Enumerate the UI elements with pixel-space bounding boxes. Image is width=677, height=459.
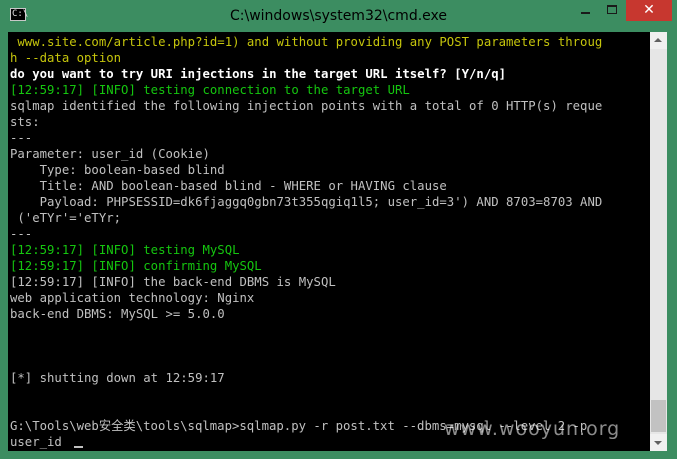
vertical-scrollbar[interactable] (650, 32, 667, 451)
console-line: [12:59:17] [INFO] confirming MySQL (10, 259, 262, 273)
console-line: --- (10, 131, 33, 145)
text-cursor (74, 446, 83, 448)
close-icon: ✕ (643, 2, 655, 18)
scroll-thumb[interactable] (651, 400, 666, 432)
maximize-icon (607, 5, 617, 14)
console-line: [12:59:17] [INFO] testing MySQL (10, 243, 240, 257)
title-bar[interactable]: C:\ C:\windows\system32\cmd.exe ✕ (0, 0, 677, 32)
console-line: back-end DBMS: MySQL >= 5.0.0 (10, 307, 225, 321)
close-button[interactable]: ✕ (626, 0, 672, 21)
console-line: G:\Tools\web安全类\tools\sqlmap>sqlmap.py -… (10, 419, 588, 433)
console-line: h --data option (10, 51, 122, 65)
console-line: www.site.com/article.php?id=1) and witho… (10, 35, 603, 49)
console-line: sts: (10, 115, 40, 129)
console-line: [12:59:17] [INFO] the back-end DBMS is M… (10, 275, 336, 289)
console-line: ('eTYr'='eTYr; (10, 211, 122, 225)
console-line: sqlmap identified the following injectio… (10, 99, 603, 113)
console-line: Parameter: user_id (Cookie) (10, 147, 210, 161)
scroll-up-button[interactable] (650, 32, 667, 49)
console-line: do you want to try URI injections in the… (10, 67, 507, 81)
maximize-button[interactable] (599, 0, 626, 21)
console-line: --- (10, 227, 33, 241)
console-line: Payload: PHPSESSID=dk6fjaggq0gbn73t355qg… (10, 195, 603, 209)
console-line: [*] shutting down at 12:59:17 (10, 371, 225, 385)
console-line: [12:59:17] [INFO] testing connection to … (10, 83, 410, 97)
console-output[interactable]: www.site.com/article.php?id=1) and witho… (8, 32, 650, 451)
console-line: Type: boolean-based blind (10, 163, 225, 177)
console-line: Title: AND boolean-based blind - WHERE o… (10, 179, 447, 193)
arrow-up-icon (654, 38, 662, 42)
minimize-icon (581, 12, 590, 14)
console-window: C:\ C:\windows\system32\cmd.exe ✕ www.si… (0, 0, 677, 459)
console-line: web application technology: Nginx (10, 291, 255, 305)
console-line: user_id (10, 435, 62, 449)
arrow-down-icon (654, 441, 662, 445)
minimize-button[interactable] (572, 0, 599, 21)
scroll-down-button[interactable] (650, 434, 667, 451)
